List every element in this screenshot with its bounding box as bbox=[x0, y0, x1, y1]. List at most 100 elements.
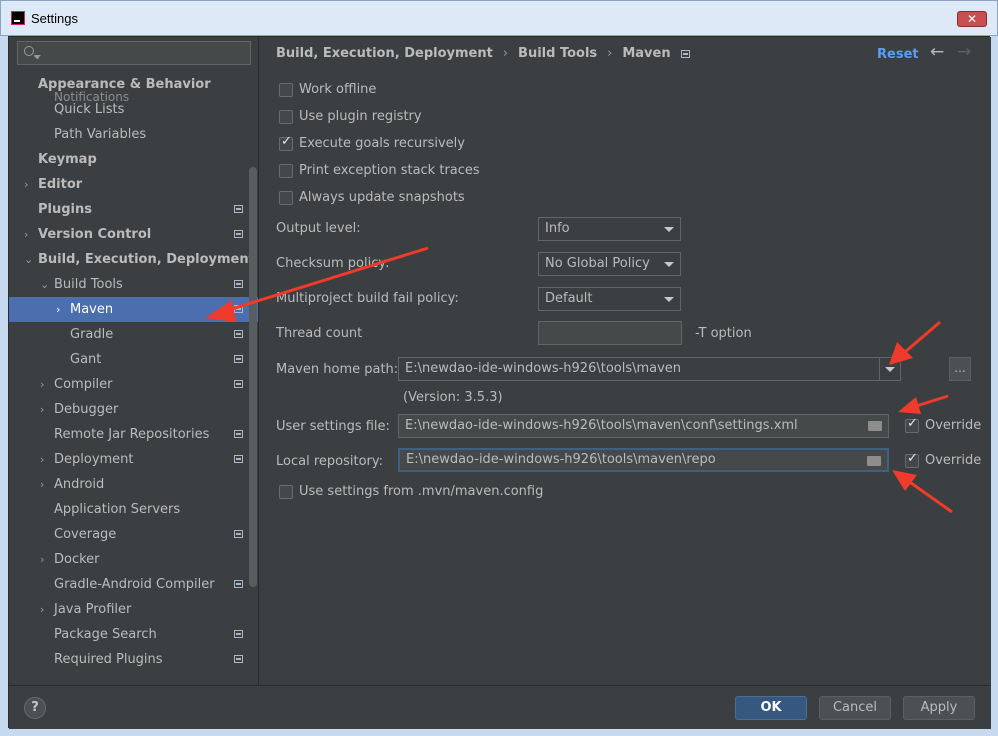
chevron-right-icon[interactable]: › bbox=[24, 222, 28, 247]
sidebar-item-required-plugins[interactable]: Required Plugins bbox=[9, 647, 258, 672]
chevron-right-icon[interactable]: › bbox=[40, 447, 44, 472]
chevron-right-icon[interactable]: › bbox=[40, 472, 44, 497]
sidebar-item-application-servers[interactable]: Application Servers bbox=[9, 497, 258, 522]
sidebar-item-appearance-behavior[interactable]: Appearance & Behavior bbox=[9, 72, 258, 97]
sidebar-scrollbar[interactable] bbox=[249, 167, 257, 587]
forward-arrow-icon[interactable]: → bbox=[957, 42, 971, 62]
execute-goals-recursively-checkbox[interactable] bbox=[279, 134, 293, 151]
thread-count-input[interactable] bbox=[538, 321, 682, 345]
sidebar-item-label: Required Plugins bbox=[54, 652, 163, 667]
sidebar-item-package-search[interactable]: Package Search bbox=[9, 622, 258, 647]
chevron-down-icon[interactable]: ⌄ bbox=[40, 272, 49, 297]
apply-button[interactable]: Apply bbox=[903, 696, 975, 720]
breadcrumb-separator: › bbox=[607, 46, 613, 61]
chevron-right-icon[interactable]: › bbox=[40, 547, 44, 572]
back-arrow-icon[interactable]: ← bbox=[930, 42, 944, 62]
reset-link[interactable]: Reset bbox=[877, 47, 919, 62]
user-settings-file-value: E:\newdao-ide-windows-h926\tools\maven\c… bbox=[405, 418, 798, 433]
sidebar-item-gradle[interactable]: Gradle bbox=[9, 322, 258, 347]
sidebar-item-android[interactable]: › Android bbox=[9, 472, 258, 497]
user-settings-file-input[interactable]: E:\newdao-ide-windows-h926\tools\maven\c… bbox=[398, 414, 889, 438]
always-update-snapshots-label: Always update snapshots bbox=[299, 190, 465, 205]
chevron-right-icon[interactable]: › bbox=[24, 172, 28, 197]
sidebar-item-plugins[interactable]: Plugins bbox=[9, 197, 258, 222]
sidebar-item-coverage[interactable]: Coverage bbox=[9, 522, 258, 547]
window-close-button[interactable]: ✕ bbox=[957, 11, 987, 27]
project-scope-icon bbox=[234, 280, 243, 288]
project-scope-icon bbox=[234, 380, 243, 388]
dialog-button-bar: ? OK Cancel Apply bbox=[9, 685, 991, 729]
search-icon bbox=[24, 46, 34, 56]
project-scope-icon bbox=[234, 355, 243, 363]
work-offline-checkbox[interactable] bbox=[279, 83, 293, 97]
breadcrumb-separator: › bbox=[502, 46, 509, 61]
settings-dialog: Notifications Appearance & Behavior Quick… bbox=[8, 36, 991, 729]
checksum-policy-select[interactable]: No Global Policy bbox=[538, 252, 681, 276]
settings-search-input[interactable] bbox=[17, 41, 251, 65]
sidebar-item-gant[interactable]: Gant bbox=[9, 347, 258, 372]
local-repository-value: E:\newdao-ide-windows-h926\tools\maven\r… bbox=[406, 452, 716, 467]
chevron-down-icon bbox=[664, 227, 674, 232]
sidebar-item-build-execution-deployment[interactable]: ⌄ Build, Execution, Deployment bbox=[9, 247, 258, 272]
folder-icon[interactable] bbox=[867, 456, 881, 466]
sidebar-item-quick-lists[interactable]: Quick Lists bbox=[9, 97, 258, 122]
print-exception-stack-traces-checkbox[interactable] bbox=[279, 164, 293, 178]
local-repository-override-label: Override bbox=[925, 453, 982, 468]
sidebar-item-debugger[interactable]: › Debugger bbox=[9, 397, 258, 422]
sidebar-item-keymap[interactable]: Keymap bbox=[9, 147, 258, 172]
sidebar-item-label: Keymap bbox=[38, 152, 97, 167]
sidebar-item-label: Docker bbox=[54, 552, 100, 567]
maven-home-path-dropdown[interactable] bbox=[879, 357, 901, 381]
project-scope-icon bbox=[234, 330, 243, 338]
chevron-right-icon[interactable]: › bbox=[40, 597, 44, 622]
local-repository-input[interactable]: E:\newdao-ide-windows-h926\tools\maven\r… bbox=[398, 448, 889, 472]
help-button[interactable]: ? bbox=[24, 697, 46, 719]
chevron-right-icon[interactable]: › bbox=[40, 372, 44, 397]
window-titlebar: Settings ✕ bbox=[0, 0, 998, 36]
sidebar-item-label: Gant bbox=[70, 352, 102, 367]
sidebar-item-label: Deployment bbox=[54, 452, 134, 467]
sidebar-item-deployment[interactable]: › Deployment bbox=[9, 447, 258, 472]
maven-home-path-input[interactable]: E:\newdao-ide-windows-h926\tools\maven bbox=[398, 357, 880, 381]
fail-policy-select[interactable]: Default bbox=[538, 287, 681, 311]
sidebar-item-path-variables[interactable]: Path Variables bbox=[9, 122, 258, 147]
sidebar-item-label: Compiler bbox=[54, 377, 113, 392]
sidebar-item-compiler[interactable]: › Compiler bbox=[9, 372, 258, 397]
sidebar-item-label: Maven bbox=[70, 302, 114, 317]
cancel-button[interactable]: Cancel bbox=[819, 696, 891, 720]
ok-button[interactable]: OK bbox=[735, 696, 807, 720]
sidebar-item-label: Coverage bbox=[54, 527, 117, 542]
checksum-policy-label: Checksum policy: bbox=[276, 256, 390, 271]
breadcrumb-item: Build Tools bbox=[518, 46, 598, 61]
sidebar-item-gradle-android-compiler[interactable]: Gradle-Android Compiler bbox=[9, 572, 258, 597]
chevron-down-icon bbox=[664, 262, 674, 267]
sidebar-item-build-tools[interactable]: ⌄ Build Tools bbox=[9, 272, 258, 297]
chevron-down-icon[interactable]: ⌄ bbox=[24, 247, 33, 272]
sidebar-item-version-control[interactable]: › Version Control bbox=[9, 222, 258, 247]
mvn-config-label: Use settings from .mvn/maven.config bbox=[299, 484, 544, 499]
sidebar-item-label: Appearance & Behavior bbox=[38, 77, 211, 92]
user-settings-override-checkbox[interactable] bbox=[905, 416, 919, 433]
sidebar-item-java-profiler[interactable]: › Java Profiler bbox=[9, 597, 258, 622]
sidebar-item-label: Version Control bbox=[38, 227, 152, 242]
project-scope-icon bbox=[234, 580, 243, 588]
sidebar-item-remote-jar-repositories[interactable]: Remote Jar Repositories bbox=[9, 422, 258, 447]
output-level-select[interactable]: Info bbox=[538, 217, 681, 241]
maven-version-text: (Version: 3.5.3) bbox=[403, 390, 503, 405]
use-plugin-registry-checkbox[interactable] bbox=[279, 110, 293, 124]
project-scope-icon bbox=[234, 630, 243, 638]
mvn-config-checkbox[interactable] bbox=[279, 485, 293, 499]
local-repository-label: Local repository: bbox=[276, 454, 383, 469]
maven-settings-panel: Build, Execution, Deployment › Build Tools… bbox=[260, 37, 991, 685]
output-level-label: Output level: bbox=[276, 221, 361, 236]
local-repository-override-checkbox[interactable] bbox=[905, 451, 919, 468]
folder-icon[interactable] bbox=[868, 421, 882, 431]
always-update-snapshots-checkbox[interactable] bbox=[279, 191, 293, 205]
sidebar-item-maven[interactable]: › Maven bbox=[9, 297, 258, 322]
sidebar-item-docker[interactable]: › Docker bbox=[9, 547, 258, 572]
chevron-right-icon[interactable]: › bbox=[40, 397, 44, 422]
maven-home-browse-button[interactable]: ... bbox=[949, 357, 971, 381]
search-history-icon bbox=[35, 55, 41, 58]
sidebar-item-editor[interactable]: › Editor bbox=[9, 172, 258, 197]
chevron-right-icon[interactable]: › bbox=[56, 297, 60, 322]
